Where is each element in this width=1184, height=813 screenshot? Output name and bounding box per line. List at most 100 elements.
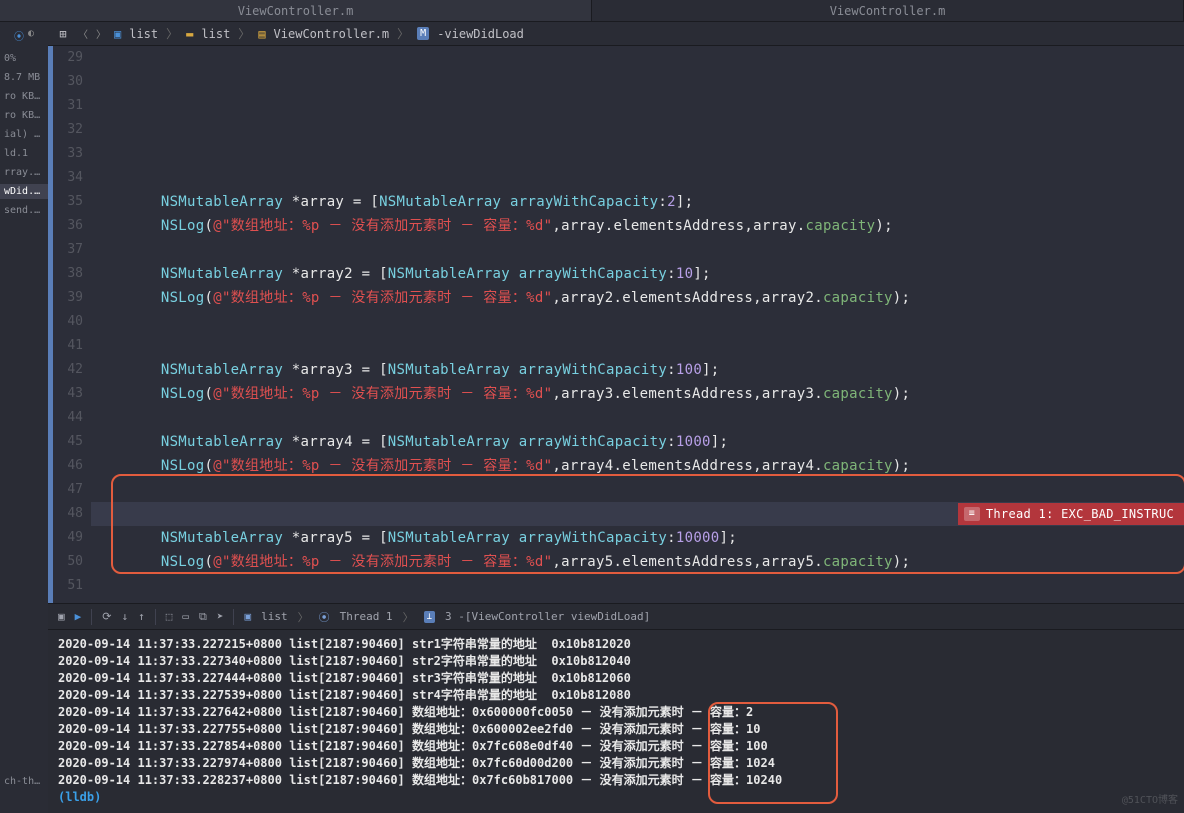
line-number: 50 <box>53 550 83 574</box>
line-number: 51 <box>53 574 83 598</box>
code-content[interactable]: ≡ Thread 1: EXC_BAD_INSTRUC NSMutableArr… <box>91 46 1184 603</box>
line-number: 34 <box>53 166 83 190</box>
line-number: 32 <box>53 118 83 142</box>
console-line: 2020-09-14 11:37:33.228237+0800 list[218… <box>58 772 1174 789</box>
nav-back-icon[interactable]: 〈 <box>78 26 88 41</box>
console-output[interactable]: @51CTO博客 2020-09-14 11:37:33.227215+0800… <box>48 630 1184 813</box>
jump-bar: ⊞ 〈 〉 ▣ list 〉 ▬ list 〉 ▤ ViewController… <box>48 22 1184 46</box>
code-line[interactable]: NSMutableArray *array2 = [NSMutableArray… <box>91 262 1184 286</box>
line-number: 35 <box>53 190 83 214</box>
step-out-icon[interactable]: ↑ <box>138 610 145 623</box>
rate-2: ro KB/s <box>0 108 48 123</box>
memory-value: 8.7 MB <box>0 70 48 85</box>
line-numbers: 2930313233343536373839404142434445464748… <box>53 46 91 603</box>
jump-item-4[interactable]: -viewDidLoad <box>437 27 524 41</box>
code-line[interactable]: NSMutableArray *array4 = [NSMutableArray… <box>91 430 1184 454</box>
sidebar-row[interactable]: ial) ⚠️ <box>0 127 48 142</box>
frame-icon: ⊥ <box>424 611 435 623</box>
line-number: 37 <box>53 238 83 262</box>
console-line: 2020-09-14 11:37:33.227974+0800 list[218… <box>58 755 1174 772</box>
code-line[interactable]: NSLog(@"数组地址：%p － 没有添加元素时 － 容量：%d",array… <box>91 382 1184 406</box>
sidebar-row[interactable]: send... <box>0 203 48 218</box>
continue-icon[interactable]: ▶ <box>75 610 82 623</box>
console-toolbar: ▣ ▶ ⟳ ↓ ↑ ⬚ ▭ ⧉ ➤ ▣ list 〉 ⦿ Thread 1 〉 … <box>48 604 1184 630</box>
code-line[interactable] <box>91 166 1184 190</box>
console-target[interactable]: list <box>261 610 288 623</box>
jump-item-1[interactable]: list <box>129 27 158 41</box>
sidebar-row-selected[interactable]: wDid... <box>0 184 48 199</box>
tab-left[interactable]: ViewController.m <box>0 0 592 21</box>
code-line[interactable]: NSMutableArray *array3 = [NSMutableArray… <box>91 358 1184 382</box>
sidebar-row[interactable]: rray... <box>0 165 48 180</box>
file-m-icon: ▤ <box>258 27 265 41</box>
console-line: 2020-09-14 11:37:33.227642+0800 list[218… <box>58 704 1174 721</box>
sidebar-row[interactable]: ld.1 <box>0 146 48 161</box>
grid-icon[interactable]: ⊞ <box>56 27 70 41</box>
code-line[interactable]: NSLog(@"数组地址：%p － 没有添加元素时 － 容量：%d",array… <box>91 550 1184 574</box>
step-over-icon[interactable]: ⟳ <box>102 610 111 623</box>
line-number: 45 <box>53 430 83 454</box>
code-line[interactable] <box>91 598 1184 603</box>
console-toggle-icon[interactable]: ▣ <box>58 610 65 623</box>
jump-item-3[interactable]: ViewController.m <box>274 27 390 41</box>
console-line: 2020-09-14 11:37:33.227340+0800 list[218… <box>58 653 1174 670</box>
code-line[interactable]: NSLog(@"数组地址：%p － 没有添加元素时 － 容量：%d",array… <box>91 214 1184 238</box>
code-line[interactable] <box>91 478 1184 502</box>
console-thread[interactable]: Thread 1 <box>340 610 393 623</box>
code-line[interactable]: NSMutableArray *array = [NSMutableArray … <box>91 190 1184 214</box>
code-line[interactable] <box>91 310 1184 334</box>
error-badge[interactable]: ≡ Thread 1: EXC_BAD_INSTRUC <box>958 503 1184 525</box>
line-number: 44 <box>53 406 83 430</box>
sidebar-bottom[interactable]: ch-th... <box>0 774 48 789</box>
code-line[interactable]: NSLog(@"数组地址：%p － 没有添加元素时 － 容量：%d",array… <box>91 286 1184 310</box>
thread-icon: ⦿ <box>319 609 330 625</box>
line-number: 29 <box>53 46 83 70</box>
line-number: 49 <box>53 526 83 550</box>
debug-memory-icon[interactable]: ▭ <box>182 610 189 623</box>
debug-location-icon[interactable]: ➤ <box>217 610 224 623</box>
code-line[interactable] <box>91 238 1184 262</box>
console-line: 2020-09-14 11:37:33.227755+0800 list[218… <box>58 721 1174 738</box>
jump-item-2[interactable]: list <box>201 27 230 41</box>
debug-view-icon[interactable]: ⬚ <box>166 610 173 623</box>
line-number: 40 <box>53 310 83 334</box>
step-into-icon[interactable]: ↓ <box>121 610 128 623</box>
watermark: @51CTO博客 <box>1122 792 1178 809</box>
debug-sidebar: ⦿ ◐ 0% 8.7 MB ro KB/s ro KB/s ial) ⚠️ ld… <box>0 22 48 813</box>
tab-right[interactable]: ViewController.m <box>592 0 1184 21</box>
status-icon-2: ◐ <box>28 28 34 43</box>
status-icon-1: ⦿ <box>14 28 24 43</box>
error-text: Thread 1: EXC_BAD_INSTRUC <box>986 502 1174 526</box>
line-number: 43 <box>53 382 83 406</box>
console-frame[interactable]: 3 -[ViewController viewDidLoad] <box>445 610 650 623</box>
line-number: 36 <box>53 214 83 238</box>
code-line[interactable] <box>91 406 1184 430</box>
console-line: 2020-09-14 11:37:33.227444+0800 list[218… <box>58 670 1174 687</box>
code-line[interactable] <box>91 574 1184 598</box>
line-number: 39 <box>53 286 83 310</box>
rate-1: ro KB/s <box>0 89 48 104</box>
console-line: 2020-09-14 11:37:33.227215+0800 list[218… <box>58 636 1174 653</box>
line-number: 30 <box>53 70 83 94</box>
code-line[interactable]: NSMutableArray *array5 = [NSMutableArray… <box>91 526 1184 550</box>
error-icon: ≡ <box>964 507 980 521</box>
code-editor[interactable]: 2930313233343536373839404142434445464748… <box>48 46 1184 603</box>
tab-bar: ViewController.m ViewController.m <box>0 0 1184 22</box>
console-line: 2020-09-14 11:37:33.227854+0800 list[218… <box>58 738 1174 755</box>
line-number: 47 <box>53 478 83 502</box>
line-number: 33 <box>53 142 83 166</box>
nav-forward-icon[interactable]: 〉 <box>96 26 106 41</box>
target-icon: ▣ <box>244 610 251 623</box>
cpu-percent: 0% <box>0 51 48 66</box>
folder-icon: ▬ <box>186 27 193 41</box>
lldb-prompt[interactable]: (lldb) <box>58 789 1174 806</box>
code-line[interactable] <box>91 334 1184 358</box>
project-icon: ▣ <box>114 27 121 41</box>
console-line: 2020-09-14 11:37:33.227539+0800 list[218… <box>58 687 1174 704</box>
method-icon: M <box>417 27 429 40</box>
line-number: 48 <box>53 502 83 526</box>
code-line[interactable]: NSLog(@"数组地址：%p － 没有添加元素时 － 容量：%d",array… <box>91 454 1184 478</box>
line-number: 41 <box>53 334 83 358</box>
line-number: 38 <box>53 262 83 286</box>
debug-graph-icon[interactable]: ⧉ <box>199 610 207 624</box>
